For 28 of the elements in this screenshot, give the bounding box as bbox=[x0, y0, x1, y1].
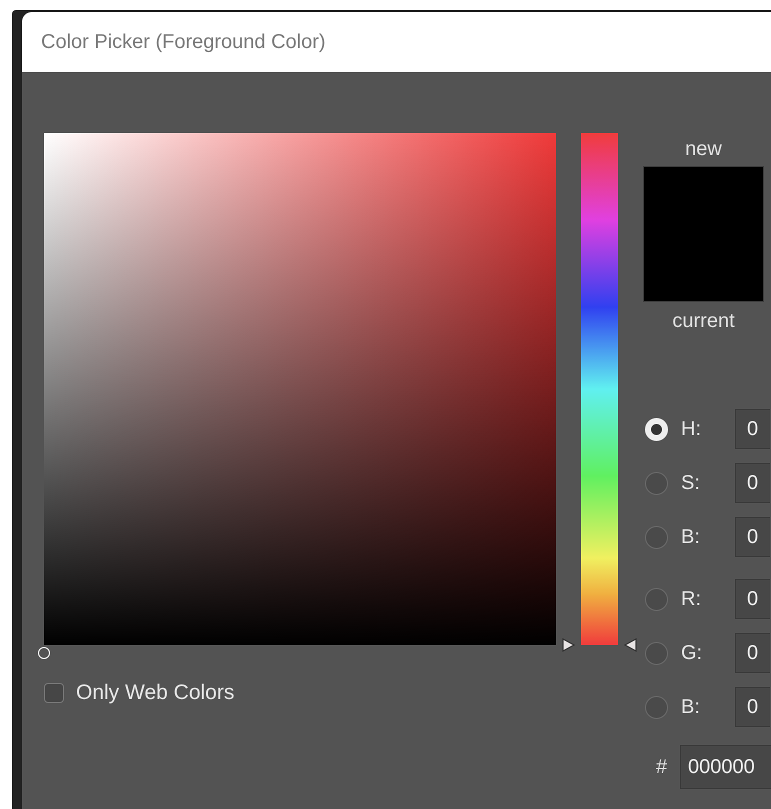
input-field[interactable]: 0 bbox=[735, 633, 770, 673]
field-label: S: bbox=[681, 472, 701, 494]
hue-slider[interactable] bbox=[562, 133, 637, 653]
checkbox[interactable] bbox=[44, 683, 64, 703]
hex-input-field[interactable]: 000000 bbox=[680, 745, 771, 789]
field-label: G: bbox=[681, 642, 704, 664]
hex-label: # bbox=[654, 756, 668, 778]
hue-slider-handle[interactable] bbox=[562, 637, 637, 653]
radio-button[interactable] bbox=[645, 642, 668, 664]
radio-button[interactable] bbox=[645, 696, 668, 718]
input-field[interactable]: 0 bbox=[735, 517, 770, 557]
window-title: Color Picker (Foreground Color) bbox=[41, 30, 326, 54]
field-marker[interactable] bbox=[38, 647, 50, 659]
field-label: B: bbox=[681, 526, 701, 548]
radio-button[interactable] bbox=[645, 472, 668, 494]
color-field[interactable] bbox=[44, 133, 556, 645]
swatch-label: current bbox=[672, 309, 735, 333]
field-label: R: bbox=[681, 588, 702, 610]
input-field[interactable]: 0 bbox=[735, 687, 770, 727]
field-label: H: bbox=[681, 418, 702, 440]
field-label: B: bbox=[681, 696, 701, 718]
input-field[interactable]: 0 bbox=[735, 409, 770, 449]
swatch-label: new bbox=[685, 137, 722, 161]
input-field[interactable]: 0 bbox=[735, 463, 770, 503]
radio-button[interactable] bbox=[645, 588, 668, 610]
input-field[interactable]: 0 bbox=[735, 579, 770, 619]
checkbox-label[interactable]: Only Web Colors bbox=[76, 681, 234, 705]
radio-button[interactable] bbox=[645, 526, 668, 548]
